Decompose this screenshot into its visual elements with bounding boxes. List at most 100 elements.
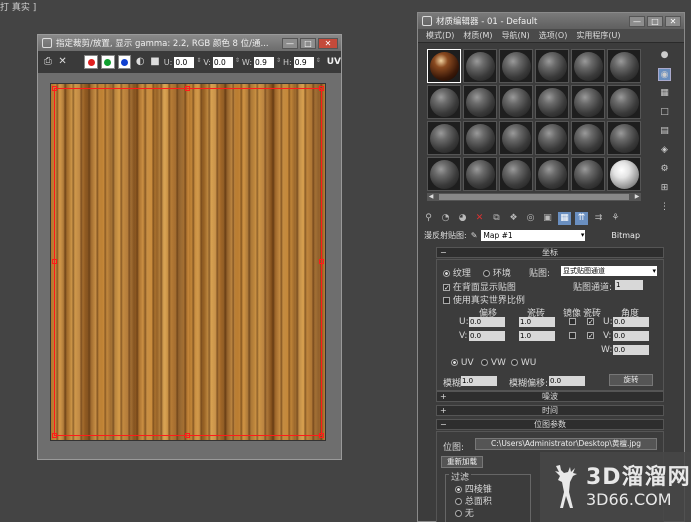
crop-handle-top-right[interactable] bbox=[319, 86, 324, 91]
sample-uv-icon[interactable]: □ bbox=[658, 106, 671, 119]
material-slot[interactable] bbox=[463, 49, 497, 83]
v-tiling-input[interactable]: 1.0 bbox=[519, 331, 555, 341]
put-to-scene-icon[interactable]: ◔ bbox=[439, 212, 452, 225]
make-unique-icon[interactable]: ⧉ bbox=[490, 212, 503, 225]
show-on-back-checkbox[interactable]: ✓ bbox=[443, 284, 450, 292]
h-spinner-icon[interactable]: ⇕ bbox=[316, 57, 321, 68]
material-slot[interactable] bbox=[571, 121, 605, 155]
show-map-icon[interactable]: ▣ bbox=[541, 212, 554, 225]
u-angle-input[interactable]: 0.0 bbox=[613, 317, 649, 327]
material-slot[interactable] bbox=[499, 157, 533, 191]
w-spinner-icon[interactable]: ⇕ bbox=[276, 57, 281, 68]
v-input[interactable]: 0.0 bbox=[212, 56, 233, 68]
pick-material-icon[interactable]: ⚘ bbox=[609, 212, 622, 225]
mono-icon[interactable]: ◐ bbox=[134, 56, 146, 68]
map-name-dropdown[interactable]: Map #1 bbox=[481, 230, 586, 241]
material-slot[interactable] bbox=[607, 85, 641, 119]
slots-scrollbar[interactable]: ◀ ▶ bbox=[427, 193, 641, 201]
red-channel-button[interactable] bbox=[84, 55, 98, 69]
time-rollout-header[interactable]: + 时间 bbox=[436, 405, 664, 416]
blue-channel-button[interactable] bbox=[117, 55, 132, 69]
u-spinner-icon[interactable]: ⇕ bbox=[196, 57, 201, 68]
material-id-icon[interactable]: ◎ bbox=[524, 212, 537, 225]
v-tile-checkbox[interactable]: ✓ bbox=[587, 332, 594, 340]
wood-texture-preview[interactable] bbox=[50, 83, 326, 441]
texture-radio[interactable] bbox=[443, 270, 450, 277]
scroll-left-icon[interactable]: ◀ bbox=[427, 193, 435, 201]
v-angle-input[interactable]: 0.0 bbox=[613, 331, 649, 341]
video-color-check-icon[interactable]: ▤ bbox=[658, 125, 671, 138]
material-slot[interactable] bbox=[499, 49, 533, 83]
mat-minimize-button[interactable]: — bbox=[629, 15, 645, 27]
u-tile-checkbox[interactable]: ✓ bbox=[587, 318, 594, 326]
bitmap-params-rollout-header[interactable]: − 位图参数 bbox=[436, 419, 664, 430]
v-spinner-icon[interactable]: ⇕ bbox=[235, 57, 240, 68]
menu-utilities[interactable]: 实用程序(U) bbox=[576, 30, 620, 41]
crop-handle-top-left[interactable] bbox=[52, 86, 57, 91]
filter-none-radio[interactable] bbox=[455, 510, 462, 517]
material-slot[interactable] bbox=[463, 157, 497, 191]
checker-icon[interactable]: ■ bbox=[149, 56, 161, 68]
crop-handle-bottom-left[interactable] bbox=[52, 433, 57, 438]
u-tiling-input[interactable]: 1.0 bbox=[519, 317, 555, 327]
mapping-dropdown[interactable]: 显式贴图通道 bbox=[561, 266, 657, 276]
material-slot[interactable] bbox=[571, 85, 605, 119]
crop-window-titlebar[interactable]: 指定裁剪/放置, 显示 gamma: 2.2, RGB 颜色 8 位/通... … bbox=[38, 35, 341, 51]
v-mirror-checkbox[interactable] bbox=[569, 332, 576, 339]
reload-button[interactable]: 重新加载 bbox=[441, 456, 483, 468]
u-offset-input[interactable]: 0.0 bbox=[469, 317, 505, 327]
crop-region-frame[interactable] bbox=[52, 86, 324, 438]
menu-options[interactable]: 选项(O) bbox=[539, 30, 568, 41]
material-slot[interactable] bbox=[427, 49, 461, 83]
eyedropper-icon[interactable]: ✎ bbox=[471, 231, 478, 240]
map-channel-input[interactable]: 1 bbox=[615, 280, 643, 290]
select-by-material-icon[interactable]: ⊞ bbox=[658, 182, 671, 195]
w-angle-input[interactable]: 0.0 bbox=[613, 345, 649, 355]
material-slot[interactable] bbox=[607, 157, 641, 191]
clear-icon[interactable]: ✕ bbox=[57, 56, 69, 68]
material-slot[interactable] bbox=[571, 157, 605, 191]
uv-radio[interactable] bbox=[451, 359, 458, 366]
make-preview-icon[interactable]: ◈ bbox=[658, 144, 671, 157]
assign-to-selection-icon[interactable]: ◕ bbox=[456, 212, 469, 225]
background-checker-icon[interactable]: ▦ bbox=[658, 87, 671, 100]
green-channel-button[interactable] bbox=[100, 55, 115, 69]
get-material-icon[interactable]: ⚲ bbox=[422, 212, 435, 225]
mat-maximize-button[interactable]: □ bbox=[647, 15, 663, 27]
crop-handle-bottom-right[interactable] bbox=[319, 433, 324, 438]
w-input[interactable]: 0.9 bbox=[254, 56, 275, 68]
crop-handle-bottom[interactable] bbox=[185, 433, 190, 438]
minimize-button[interactable]: — bbox=[282, 37, 298, 49]
show-end-result-icon[interactable]: ▦ bbox=[558, 211, 571, 225]
real-world-checkbox[interactable] bbox=[443, 297, 450, 304]
rotate-button[interactable]: 旋转 bbox=[609, 374, 653, 386]
reset-map-icon[interactable]: ✕ bbox=[473, 212, 486, 225]
crop-handle-top[interactable] bbox=[185, 86, 190, 91]
material-slot[interactable] bbox=[535, 157, 569, 191]
map-type-button[interactable]: Bitmap bbox=[611, 231, 640, 240]
coordinates-rollout-header[interactable]: − 坐标 bbox=[436, 247, 664, 258]
scroll-right-icon[interactable]: ▶ bbox=[633, 193, 641, 201]
material-slot[interactable] bbox=[571, 49, 605, 83]
wu-radio[interactable] bbox=[511, 359, 518, 366]
v-offset-input[interactable]: 0.0 bbox=[469, 331, 505, 341]
u-mirror-checkbox[interactable] bbox=[569, 318, 576, 325]
save-icon[interactable]: ⎙ bbox=[42, 56, 54, 68]
h-input[interactable]: 0.9 bbox=[293, 56, 314, 68]
maximize-button[interactable]: □ bbox=[300, 37, 316, 49]
material-slot[interactable] bbox=[499, 85, 533, 119]
menu-material[interactable]: 材质(M) bbox=[463, 30, 492, 41]
go-forward-sibling-icon[interactable]: ⇉ bbox=[592, 212, 605, 225]
put-to-library-icon[interactable]: ❖ bbox=[507, 212, 520, 225]
material-slot[interactable] bbox=[499, 121, 533, 155]
menu-navigation[interactable]: 导航(N) bbox=[502, 30, 530, 41]
options-icon[interactable]: ⚙ bbox=[658, 163, 671, 176]
crop-handle-left[interactable] bbox=[52, 259, 57, 264]
material-slot[interactable] bbox=[463, 85, 497, 119]
material-slot[interactable] bbox=[427, 157, 461, 191]
go-to-parent-icon[interactable]: ⇈ bbox=[575, 211, 588, 225]
material-slot[interactable] bbox=[535, 85, 569, 119]
menu-mode[interactable]: 模式(D) bbox=[426, 30, 454, 41]
close-button[interactable]: ✕ bbox=[318, 37, 338, 49]
sample-type-icon[interactable]: ● bbox=[658, 49, 671, 62]
